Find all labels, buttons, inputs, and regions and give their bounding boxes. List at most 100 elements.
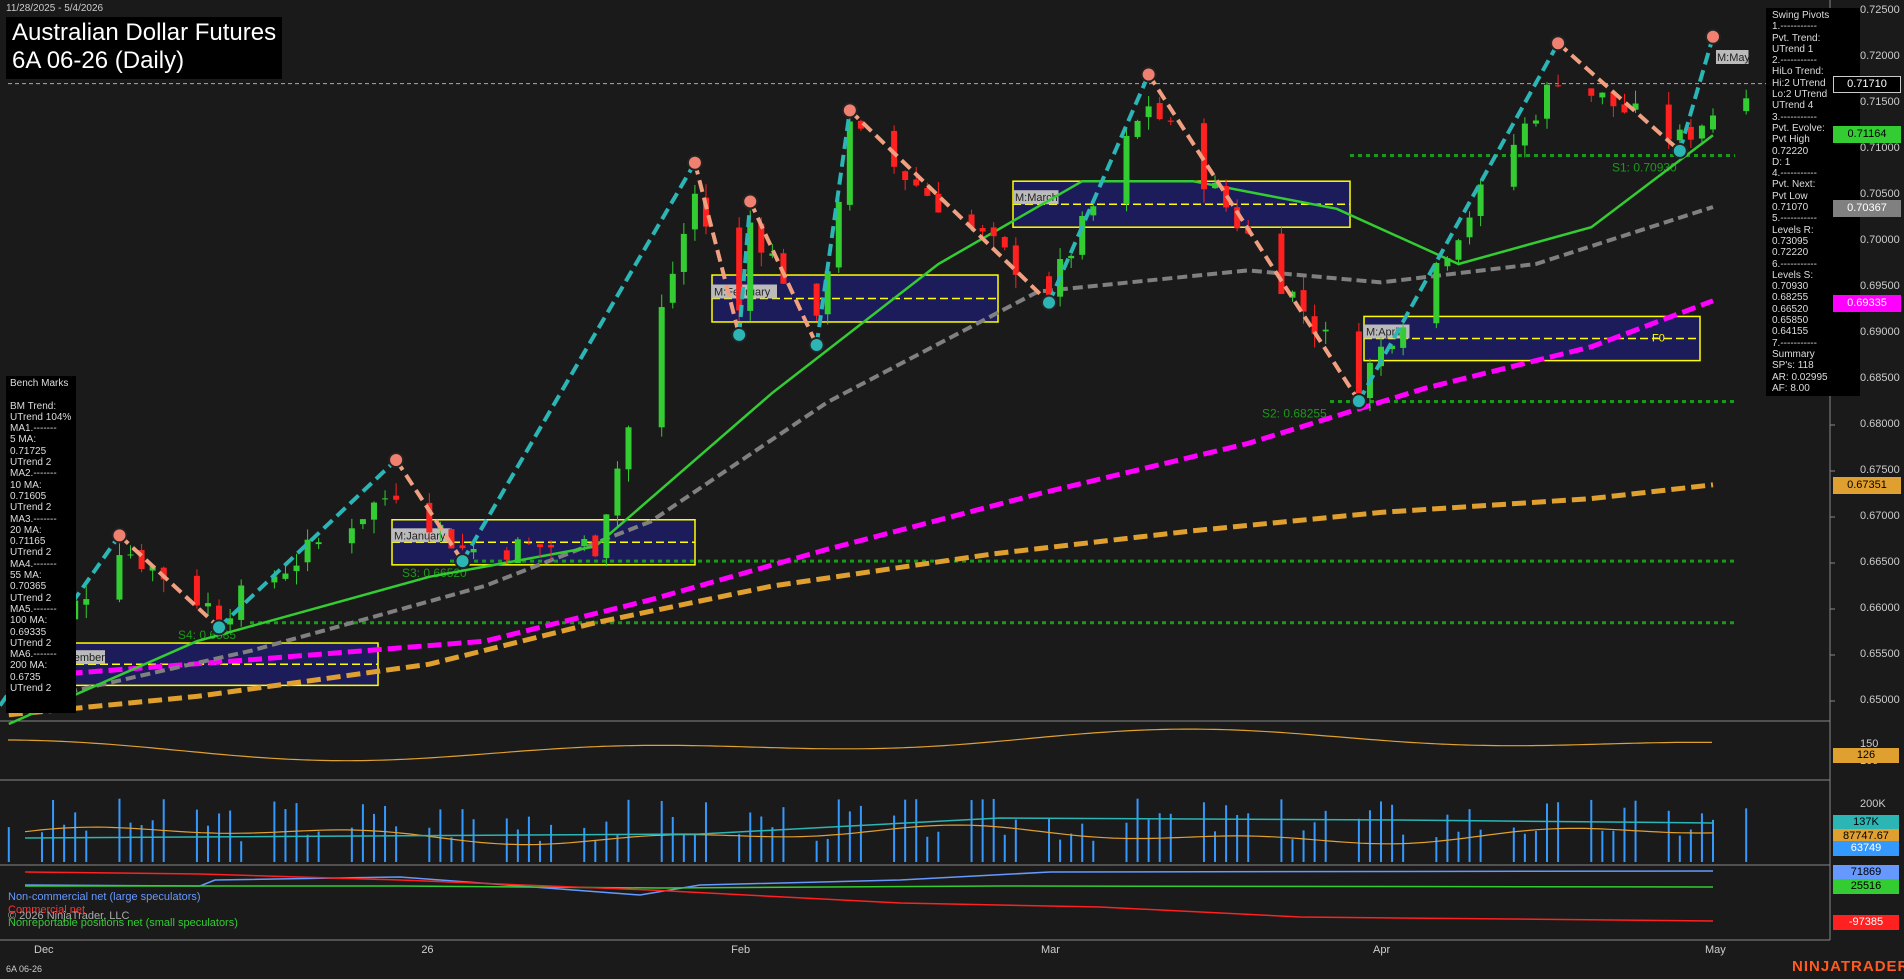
volume-tick: 200K [1860, 798, 1886, 810]
price-tick: 0.72000 [1860, 50, 1900, 62]
candle-body [1687, 126, 1694, 140]
indicator-line [8, 728, 1712, 762]
candle-body [669, 273, 676, 303]
swing-high-marker [841, 102, 858, 119]
price-tag: 0.69335 [1833, 294, 1901, 312]
candle-body [979, 228, 986, 232]
swing-down-leg [118, 533, 221, 629]
price-tick: 0.70500 [1860, 188, 1900, 200]
candle-body [1665, 104, 1672, 140]
cot-nonreportable-line [25, 885, 1714, 889]
price-tick: 0.66500 [1860, 556, 1900, 568]
candle-body [1001, 237, 1008, 248]
price-tick: 0.71000 [1860, 142, 1900, 154]
candle-body [359, 519, 366, 525]
candle-body [1145, 106, 1152, 118]
swing-high-marker [111, 527, 128, 544]
month-label: M:May [1717, 52, 1751, 64]
price-tick: 0.68500 [1860, 372, 1900, 384]
swing-high-marker [388, 451, 405, 468]
cot-tag: 25516 [1833, 879, 1899, 894]
candle-body [1455, 240, 1462, 260]
candle-body [282, 573, 289, 579]
swing-low-marker [808, 336, 825, 353]
candle-body [1532, 120, 1539, 124]
candle-body [382, 498, 389, 500]
candle-body [503, 550, 510, 560]
brand-logo: NINJATRADER [1792, 958, 1904, 975]
swing-low-marker [211, 619, 228, 636]
candle-body [548, 544, 555, 548]
swing-high-marker [1550, 35, 1567, 52]
candle-body [1355, 331, 1362, 397]
legend-noncommercial: Non-commercial net (large speculators) [8, 891, 201, 903]
price-chart[interactable]: M:DecemberM:JanuaryM:FebruaryM:MarchM:Ap… [0, 0, 1904, 979]
swing-low-marker [731, 326, 748, 343]
candle-body [1466, 217, 1473, 238]
instrument-label: 6A 06-26 [6, 964, 43, 974]
x-tick: Mar [1041, 944, 1060, 956]
title-line-2: 6A 06-26 (Daily) [12, 47, 185, 74]
price-tick: 0.70000 [1860, 234, 1900, 246]
candle-body [1123, 135, 1130, 204]
open-interest-line [24, 817, 1714, 839]
candlesticks [5, 74, 1750, 709]
candle-body [348, 528, 355, 544]
legend-nonreportable: Nonreportable positions net (small specu… [8, 917, 238, 929]
candle-body [1012, 245, 1019, 275]
price-tick: 0.67000 [1860, 510, 1900, 522]
title-line-1: Australian Dollar Futures [12, 19, 277, 46]
swing-low-marker [1350, 393, 1367, 410]
indicator-tag: 126 [1833, 748, 1899, 763]
candle-body [470, 548, 477, 553]
swing-high-marker [742, 193, 759, 210]
price-tag: 0.71164 [1833, 126, 1901, 144]
candle-body [1510, 144, 1517, 187]
candle-body [370, 502, 377, 520]
candle-body [459, 545, 466, 549]
price-tick: 0.69500 [1860, 280, 1900, 292]
chart-title: Australian Dollar Futures 6A 06-26 (Dail… [6, 17, 283, 79]
price-tick: 0.65500 [1860, 648, 1900, 660]
price-tick: 0.66000 [1860, 602, 1900, 614]
support-label: S3: 0.66520 [402, 566, 467, 580]
grid-lines [0, 0, 1835, 941]
candle-body [1555, 85, 1562, 87]
candle-body [592, 535, 599, 557]
candle-body [304, 539, 311, 563]
candle-body [603, 514, 610, 559]
candle-body [1710, 115, 1716, 130]
candle-body [1698, 125, 1705, 139]
candle-body [1676, 129, 1683, 141]
price-tick: 0.67500 [1860, 464, 1900, 476]
candle-body [614, 468, 621, 516]
month-label: M:January [394, 530, 446, 542]
lower-panels [7, 728, 1748, 922]
candle-body [902, 171, 909, 180]
volume-average-line [24, 824, 1714, 846]
x-tick: Feb [731, 944, 751, 956]
price-tag: 0.70367 [1833, 199, 1901, 217]
price-tick: 0.72500 [1860, 4, 1900, 16]
volume-tag: 137K [1833, 815, 1899, 830]
candle-body [1134, 120, 1141, 137]
price-tick: 0.69000 [1860, 326, 1900, 338]
price-tick: 0.71500 [1860, 96, 1900, 108]
candle-body [1588, 88, 1595, 96]
price-tick: 0.65000 [1860, 694, 1900, 706]
bench-marks-panel: Bench Marks BM Trend: UTrend 104% MA1.--… [6, 376, 76, 713]
volume-tag: 63749 [1833, 841, 1899, 856]
x-tick: Apr [1373, 944, 1391, 956]
candle-body [514, 539, 521, 564]
candle-body [1400, 327, 1407, 348]
x-tick: May [1705, 944, 1726, 956]
candle-body [1167, 120, 1174, 122]
swing-high-marker [1705, 28, 1721, 45]
candle-body [824, 271, 831, 315]
swing-low-marker [1671, 142, 1688, 159]
swing-lines [0, 28, 1721, 707]
cot-tag: -97385 [1833, 915, 1899, 930]
candle-body [1433, 262, 1440, 324]
f0-label: F0 [1652, 333, 1665, 345]
candle-body [1521, 123, 1528, 146]
